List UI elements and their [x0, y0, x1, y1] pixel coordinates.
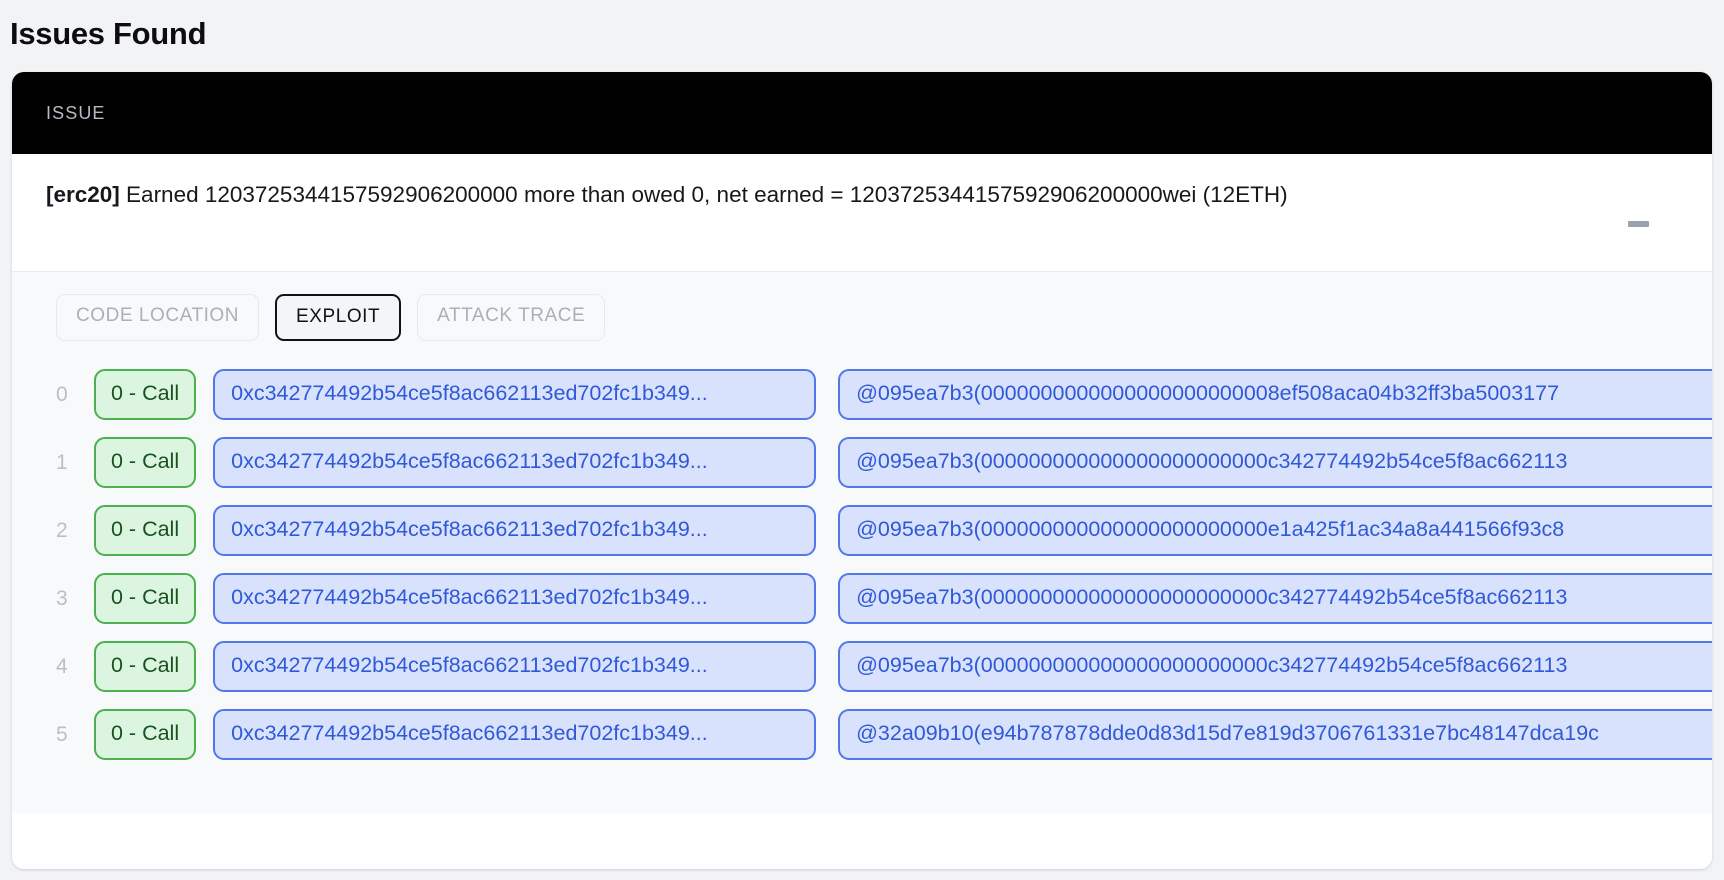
tab-strip: CODE LOCATION EXPLOIT ATTACK TRACE	[12, 272, 1712, 361]
table-row[interactable]: 4 0 - Call 0xc342774492b54ce5f8ac662113e…	[56, 633, 1712, 701]
calldata-chip[interactable]: @095ea7b3(000000000000000000000000c34277…	[838, 641, 1712, 692]
row-index: 3	[56, 586, 68, 610]
contract-address-chip[interactable]: 0xc342774492b54ce5f8ac662113ed702fc1b349…	[213, 369, 817, 420]
row-index: 5	[56, 722, 68, 746]
calldata-chip[interactable]: @095ea7b3(000000000000000000000000c34277…	[838, 573, 1712, 624]
issue-description: [erc20] Earned 1203725344157592906200000…	[46, 179, 1621, 211]
tab-exploit[interactable]: EXPLOIT	[275, 294, 402, 341]
call-type-chip[interactable]: 0 - Call	[94, 505, 197, 556]
contract-address-chip[interactable]: 0xc342774492b54ce5f8ac662113ed702fc1b349…	[213, 709, 817, 760]
issue-description-text: Earned 1203725344157592906200000 more th…	[119, 182, 1288, 208]
call-type-chip[interactable]: 0 - Call	[94, 709, 197, 760]
calldata-chip[interactable]: @32a09b10(e94b787878dde0d83d15d7e819d370…	[838, 709, 1712, 760]
table-row[interactable]: 2 0 - Call 0xc342774492b54ce5f8ac662113e…	[56, 497, 1712, 565]
minus-icon-bar	[1627, 221, 1649, 228]
page-title: Issues Found	[10, 16, 207, 51]
table-row[interactable]: 0 0 - Call 0xc342774492b54ce5f8ac662113e…	[56, 361, 1712, 429]
contract-address-chip[interactable]: 0xc342774492b54ce5f8ac662113ed702fc1b349…	[213, 437, 817, 488]
row-index: 2	[56, 518, 68, 542]
call-type-chip[interactable]: 0 - Call	[94, 437, 197, 488]
call-type-chip[interactable]: 0 - Call	[94, 369, 197, 420]
tab-attack-trace[interactable]: ATTACK TRACE	[417, 294, 606, 341]
table-row[interactable]: 1 0 - Call 0xc342774492b54ce5f8ac662113e…	[56, 429, 1712, 497]
calldata-chip[interactable]: @095ea7b3(000000000000000000000000c34277…	[838, 437, 1712, 488]
contract-address-chip[interactable]: 0xc342774492b54ce5f8ac662113ed702fc1b349…	[213, 573, 817, 624]
calldata-chip[interactable]: @095ea7b3(000000000000000000000000e1a425…	[838, 505, 1712, 556]
issue-tag: [erc20]	[46, 182, 120, 208]
trace-list[interactable]: 0 0 - Call 0xc342774492b54ce5f8ac662113e…	[12, 360, 1712, 814]
issue-card: ISSUE [erc20] Earned 1203725344157592906…	[12, 72, 1712, 870]
row-index: 4	[56, 654, 68, 678]
card-header: ISSUE	[12, 72, 1712, 155]
minus-icon[interactable]	[1621, 207, 1655, 241]
call-type-chip[interactable]: 0 - Call	[94, 573, 197, 624]
column-header-issue: ISSUE	[46, 102, 106, 123]
table-row[interactable]: 5 0 - Call 0xc342774492b54ce5f8ac662113e…	[56, 701, 1712, 769]
table-row[interactable]: 3 0 - Call 0xc342774492b54ce5f8ac662113e…	[56, 565, 1712, 633]
card-footer	[12, 813, 1712, 870]
calldata-chip[interactable]: @095ea7b3(0000000000000000000000008ef508…	[838, 369, 1712, 420]
tab-code-location[interactable]: CODE LOCATION	[56, 294, 260, 341]
contract-address-chip[interactable]: 0xc342774492b54ce5f8ac662113ed702fc1b349…	[213, 505, 817, 556]
row-index: 0	[56, 382, 68, 406]
contract-address-chip[interactable]: 0xc342774492b54ce5f8ac662113ed702fc1b349…	[213, 641, 817, 692]
issue-summary-row: [erc20] Earned 1203725344157592906200000…	[12, 154, 1712, 273]
row-index: 1	[56, 450, 68, 474]
call-type-chip[interactable]: 0 - Call	[94, 641, 197, 692]
